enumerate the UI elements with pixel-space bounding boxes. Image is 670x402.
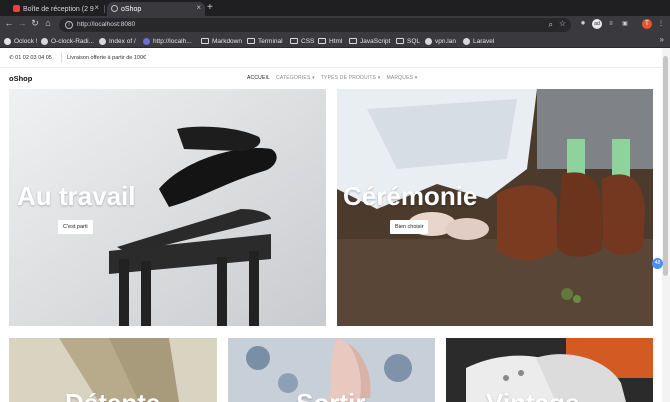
bookmark-site-icon	[4, 37, 11, 45]
close-icon[interactable]: ×	[94, 3, 99, 12]
back-icon[interactable]: ←	[3, 18, 15, 28]
bookmark-oclock-radio[interactable]: O-clock-Radi...	[41, 36, 94, 46]
bookmark-label: JavaScript	[360, 37, 391, 45]
folder-icon	[201, 38, 209, 44]
category-card-detente[interactable]: Détente	[9, 338, 217, 402]
forward-icon[interactable]: →	[16, 18, 28, 28]
shipping-notice: Livraison offerte à partir de 100€	[67, 55, 147, 61]
bookmark-vpn[interactable]: vpn.lan	[425, 36, 456, 46]
folder-icon	[349, 38, 357, 44]
bookmark-label: http://localh...	[153, 37, 192, 45]
bookmark-folder-markdown[interactable]: Markdown	[201, 36, 242, 46]
menu-item-accueil[interactable]: ACCUEIL	[247, 75, 270, 81]
zoom-icon[interactable]: ⌕	[549, 20, 553, 30]
card-cta-button[interactable]: C'est parti	[58, 220, 93, 234]
card-cta-button[interactable]: Bien choisir	[390, 220, 429, 234]
bookmark-label: Index of /	[109, 37, 136, 45]
tab-divider	[104, 5, 105, 13]
bookmark-oclock[interactable]: Oclock !	[4, 36, 37, 46]
new-tab-icon[interactable]: +	[207, 2, 213, 13]
bookmark-folder-terminal[interactable]: Terminal	[247, 36, 283, 46]
tab-oshop[interactable]: oShop ×	[107, 2, 205, 16]
gmail-icon	[13, 5, 20, 12]
browser-window: ▾ Boîte de réception (2 9 × oShop × + ← …	[0, 0, 670, 402]
page-viewport: ✆ 01 02 03 04 05 Livraison offerte à par…	[0, 48, 670, 402]
bookmark-label: CSS	[301, 37, 315, 45]
extension-icon[interactable]: ✹	[578, 19, 588, 29]
tab-inbox-label: Boîte de réception (2 9	[23, 5, 94, 13]
bookmark-label: Terminal	[258, 37, 283, 45]
card-title: Au travail	[17, 181, 136, 211]
bookmark-folder-javascript[interactable]: JavaScript	[349, 36, 390, 46]
bookmarks-bar: Oclock ! O-clock-Radi... Index of / http…	[0, 34, 670, 48]
tab-oshop-label: oShop	[121, 5, 142, 13]
card-title: Détente	[65, 388, 160, 402]
media-icon[interactable]: ≡	[606, 19, 616, 29]
tab-strip: ▾ Boîte de réception (2 9 × oShop × +	[0, 0, 670, 16]
bookmark-site-icon	[463, 37, 470, 45]
bookmark-label: Laravel	[473, 37, 495, 45]
browser-toolbar: ← → ↻ ⌂ i http://localhost:8080 ⌕ ☆ ✹ ad…	[0, 16, 670, 34]
bookmark-folder-css[interactable]: CSS	[290, 36, 314, 46]
category-card-vintage[interactable]: Vintage	[446, 338, 653, 402]
site-info-icon[interactable]: i	[65, 21, 73, 29]
category-card-ceremonie[interactable]: Cérémonie Bien choisir	[337, 89, 653, 326]
bookmark-laravel[interactable]: Laravel	[463, 36, 494, 46]
menu-kebab-icon[interactable]: ⋮	[656, 19, 666, 29]
topbar-divider	[61, 53, 62, 63]
scrollbar-thumb[interactable]	[663, 56, 668, 276]
folder-icon	[290, 38, 298, 44]
page-scrollbar[interactable]	[662, 48, 670, 402]
bookmark-label: SQL	[407, 37, 421, 45]
bookmark-site-icon	[41, 37, 48, 45]
bookmark-site-icon	[99, 37, 106, 45]
site-logo[interactable]: oShop	[9, 74, 32, 83]
profile-avatar[interactable]: T	[642, 19, 652, 29]
main-menu: ACCUEIL CATÉGORIES ▾ TYPES DE PRODUITS ▾…	[247, 75, 417, 81]
bookmark-index-of[interactable]: Index of /	[99, 36, 136, 46]
bookmark-label: Markdown	[212, 37, 242, 45]
bookmark-folder-html[interactable]: Html	[318, 36, 342, 46]
card-title: Vintage	[486, 388, 579, 402]
bookmark-label: Html	[329, 37, 343, 45]
extension-badge-icon[interactable]: ad	[592, 19, 602, 29]
bookmark-localhost[interactable]: http://localh...	[143, 36, 192, 46]
phone-text: 01 02 03 04 05	[15, 55, 52, 61]
category-card-au-travail[interactable]: Au travail C'est parti	[9, 89, 326, 326]
card-title: Sortir	[296, 388, 365, 402]
folder-icon	[318, 38, 326, 44]
bookmark-label: Oclock !	[14, 37, 38, 45]
bookmark-site-icon	[143, 37, 150, 45]
category-card-sortir[interactable]: Sortir	[228, 338, 435, 402]
close-icon[interactable]: ×	[196, 3, 201, 12]
bookmark-label: O-clock-Radi...	[51, 37, 94, 45]
extensions-puzzle-icon[interactable]: ▣	[620, 19, 630, 29]
folder-icon	[247, 38, 255, 44]
address-url[interactable]: http://localhost:8080	[77, 21, 135, 28]
menu-item-categories[interactable]: CATÉGORIES ▾	[276, 75, 315, 81]
globe-icon	[111, 5, 118, 12]
bookmark-folder-sql[interactable]: SQL	[396, 36, 420, 46]
bookmark-label: vpn.lan	[435, 37, 456, 45]
folder-icon	[396, 38, 404, 44]
site-navbar: oShop ACCUEIL CATÉGORIES ▾ TYPES DE PROD…	[0, 69, 662, 88]
card-title: Cérémonie	[343, 181, 478, 211]
bookmark-site-icon	[425, 37, 432, 45]
phone-number: ✆ 01 02 03 04 05	[9, 55, 52, 61]
home-icon[interactable]: ⌂	[42, 18, 54, 28]
menu-item-marques[interactable]: MARQUES ▾	[386, 75, 417, 81]
floating-badge[interactable]: 48	[652, 258, 663, 269]
bookmark-star-icon[interactable]: ☆	[559, 19, 566, 28]
menu-item-types-de-produits[interactable]: TYPES DE PRODUITS ▾	[321, 75, 381, 81]
address-bar[interactable]: i http://localhost:8080 ⌕ ☆	[59, 18, 571, 32]
tab-inbox[interactable]: Boîte de réception (2 9 ×	[3, 2, 103, 16]
site-topbar: ✆ 01 02 03 04 05 Livraison offerte à par…	[0, 48, 662, 68]
bookmarks-overflow-icon[interactable]: »	[660, 35, 664, 44]
reload-icon[interactable]: ↻	[29, 18, 41, 29]
